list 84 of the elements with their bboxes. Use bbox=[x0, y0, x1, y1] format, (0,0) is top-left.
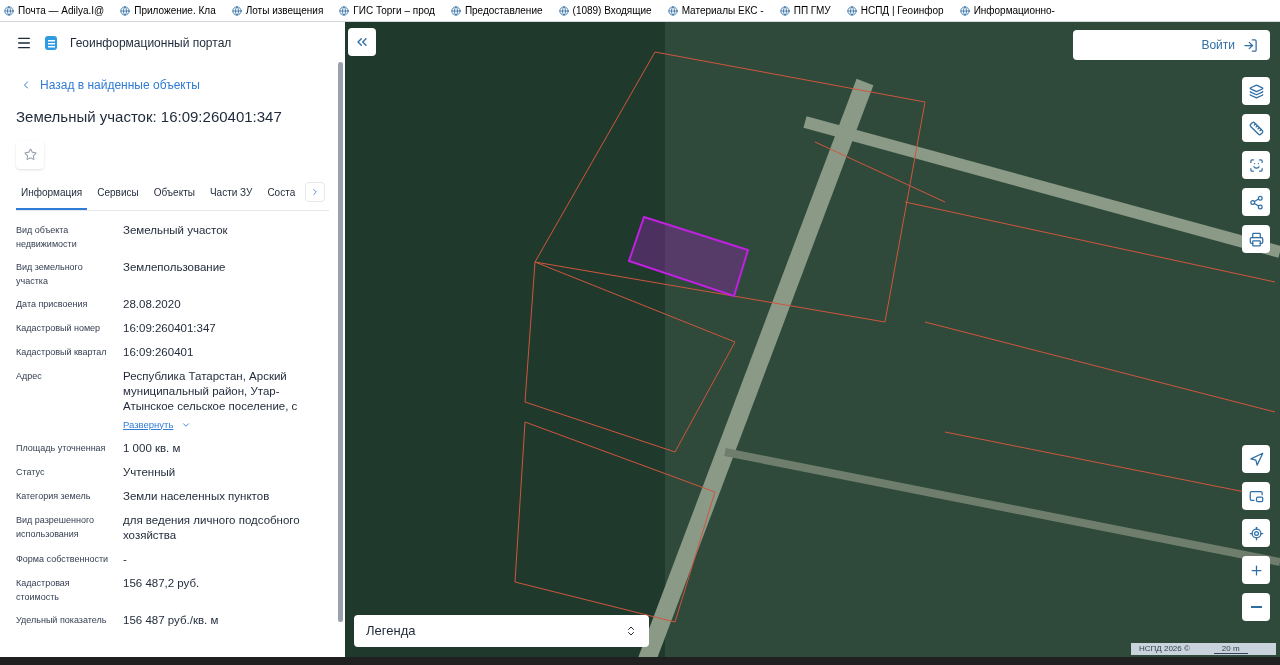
login-button[interactable]: Войти bbox=[1073, 30, 1270, 60]
field-value: 156 487 руб./кв. м bbox=[123, 612, 219, 628]
bookmark-link[interactable]: Предоставление bbox=[450, 3, 543, 18]
menu-icon[interactable] bbox=[16, 35, 32, 51]
bookmark-link[interactable]: Материалы ЕКС - bbox=[667, 3, 764, 18]
logo-icon bbox=[44, 35, 58, 51]
field-value: 1 000 кв. м bbox=[123, 440, 181, 456]
bookmark-link[interactable]: (1089) Входящие bbox=[558, 3, 652, 18]
field-value: для ведения личного подсобного хозяйства bbox=[123, 512, 301, 543]
tab[interactable]: Части ЗУ bbox=[204, 180, 258, 210]
bookmark-link[interactable]: НСПД | Геоинфор bbox=[846, 3, 944, 18]
zoom-in-icon bbox=[1248, 562, 1264, 578]
bookmark-link[interactable]: ГИС Торги – прод bbox=[339, 3, 435, 18]
globe-icon bbox=[120, 5, 131, 16]
object-title: Земельный участок: 16:09:260401:347 bbox=[15, 107, 283, 127]
globe-icon bbox=[4, 5, 14, 16]
print-button[interactable] bbox=[1242, 225, 1270, 253]
print-icon bbox=[1248, 231, 1264, 247]
field-label: Вид разрешенного использования bbox=[16, 513, 96, 541]
field-value: Учтенный bbox=[123, 464, 176, 480]
field-label: Форма собственности bbox=[16, 552, 110, 566]
globe-icon bbox=[779, 5, 790, 16]
field-label: Вид земельного участка bbox=[16, 260, 84, 288]
zoom-in-button[interactable] bbox=[1242, 556, 1270, 584]
locate-button[interactable] bbox=[1242, 519, 1270, 547]
field-value: 16:09:260401 bbox=[123, 344, 194, 360]
field-value: Землепользование bbox=[123, 259, 226, 275]
field-label: Статус bbox=[16, 465, 46, 479]
scan-button[interactable] bbox=[1242, 151, 1270, 179]
share-icon bbox=[1248, 194, 1264, 210]
copyright-text: НСПД 2026 © bbox=[1139, 643, 1190, 655]
globe-icon bbox=[846, 5, 857, 16]
login-icon bbox=[1243, 37, 1258, 53]
window-icon bbox=[1248, 488, 1264, 504]
field-label: Кадастровый квартал bbox=[16, 345, 108, 359]
tab[interactable]: Объекты bbox=[148, 180, 200, 210]
field-label: Адрес bbox=[16, 369, 43, 383]
scale-label: 20 m bbox=[1213, 644, 1248, 654]
tab[interactable]: Информация bbox=[16, 180, 88, 210]
bookmark-link[interactable]: Информационно- bbox=[959, 3, 1055, 18]
globe-icon bbox=[558, 5, 569, 16]
globe-icon bbox=[959, 5, 970, 16]
field-value: - bbox=[123, 551, 127, 567]
globe-icon bbox=[231, 5, 242, 16]
star-icon bbox=[23, 148, 37, 161]
back-link[interactable]: Назад в найденные объекты bbox=[0, 76, 345, 94]
field-value: 156 487,2 руб. bbox=[123, 575, 200, 591]
scan-icon bbox=[1248, 157, 1264, 173]
navigation-icon bbox=[1248, 451, 1264, 467]
ruler-button[interactable] bbox=[1242, 114, 1270, 142]
field-value: Земельный участок bbox=[123, 222, 228, 238]
field-label: Кадастровая стоимость bbox=[16, 576, 71, 604]
field-label: Площадь уточненная bbox=[16, 441, 107, 455]
ruler-icon bbox=[1248, 120, 1264, 136]
zoom-out-button[interactable] bbox=[1242, 593, 1270, 621]
expand-link[interactable]: Развернуть bbox=[123, 417, 325, 432]
bookmark-link[interactable]: Почта — Adilya.I@ bbox=[4, 3, 105, 18]
window-button[interactable] bbox=[1242, 482, 1270, 510]
up-down-chevron-icon bbox=[625, 625, 637, 637]
field-value: 16:09:260401:347 bbox=[123, 320, 216, 336]
locate-icon bbox=[1248, 525, 1264, 541]
layers-icon bbox=[1248, 83, 1264, 99]
bookmark-link[interactable]: Лоты извещения bbox=[231, 3, 324, 18]
field-value: 28.08.2020 bbox=[123, 296, 181, 312]
field-value: Республика Татарстан, Арский муниципальный район, Утар-Атынское сельское поселение, с bbox=[123, 368, 299, 414]
field-label: Категория земель bbox=[16, 489, 92, 503]
field-label: Удельный показатель bbox=[16, 613, 108, 627]
field-label: Вид объекта недвижимости bbox=[16, 223, 78, 251]
bookmark-link[interactable]: Приложение. Кла bbox=[120, 3, 216, 18]
navigation-button[interactable] bbox=[1242, 445, 1270, 473]
globe-icon bbox=[339, 5, 350, 16]
field-label: Дата присвоения bbox=[16, 297, 89, 311]
portal-title: Геоинформационный портал bbox=[70, 35, 232, 52]
legend-dropdown[interactable]: Легенда bbox=[354, 615, 649, 647]
tab[interactable]: Соста bbox=[262, 180, 301, 210]
layers-button[interactable] bbox=[1242, 77, 1270, 105]
share-button[interactable] bbox=[1242, 188, 1270, 216]
collapse-panel-button[interactable] bbox=[348, 28, 376, 56]
globe-icon bbox=[667, 5, 678, 16]
tab[interactable]: Сервисы bbox=[92, 180, 144, 210]
globe-icon bbox=[450, 5, 461, 16]
field-label: Кадастровый номер bbox=[16, 321, 102, 335]
field-value: Земли населенных пунктов bbox=[123, 488, 270, 504]
bookmark-link[interactable]: ПП ГМУ bbox=[779, 3, 831, 18]
